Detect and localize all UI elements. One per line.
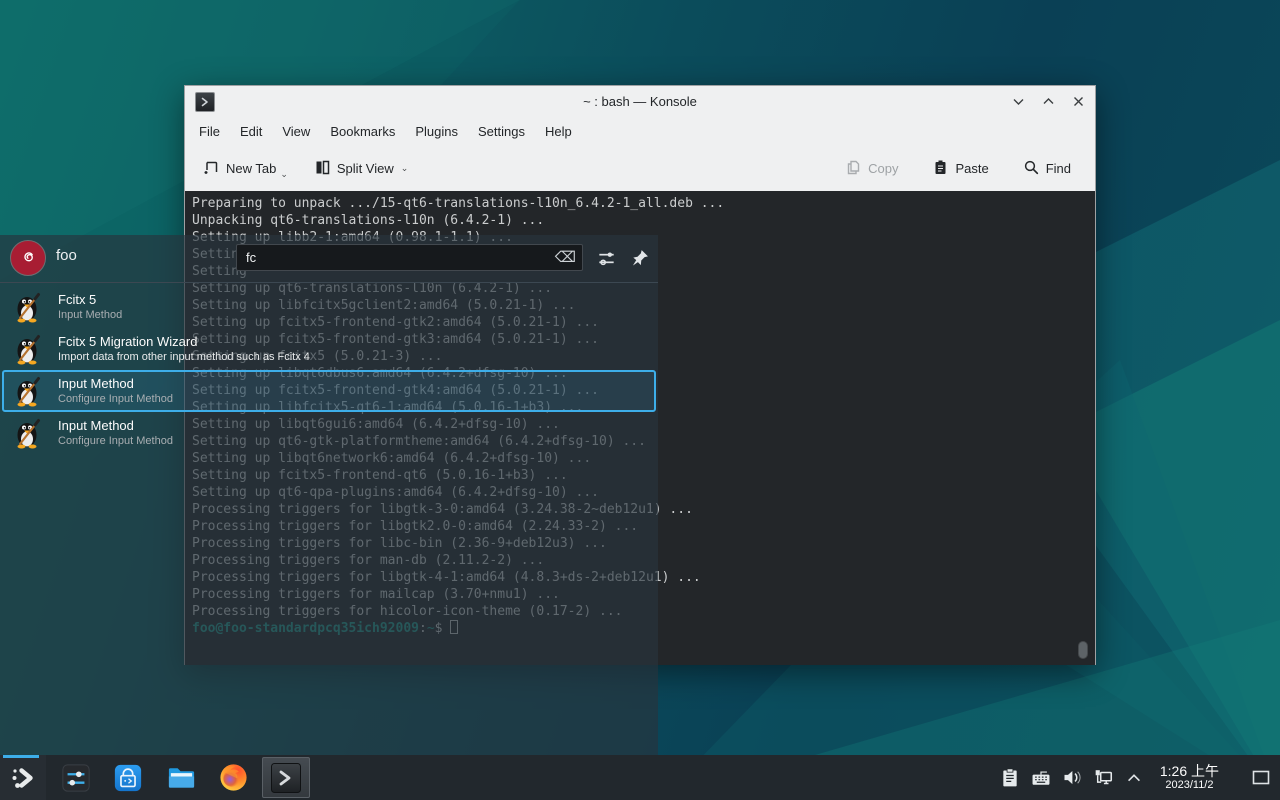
filter-button[interactable] bbox=[595, 247, 617, 269]
menu-help[interactable]: Help bbox=[535, 120, 582, 143]
menu-plugins[interactable]: Plugins bbox=[405, 120, 468, 143]
result-subtitle: Configure Input Method bbox=[58, 392, 173, 406]
result-subtitle: Import data from other input method such… bbox=[58, 350, 310, 364]
launcher-active-indicator bbox=[3, 755, 39, 758]
close-button[interactable] bbox=[1071, 95, 1085, 109]
result-fcitx5-migration-wizard[interactable]: Fcitx 5 Migration Wizard Import data fro… bbox=[2, 328, 656, 370]
menu-bookmarks[interactable]: Bookmarks bbox=[320, 120, 405, 143]
filter-sliders-icon bbox=[596, 248, 617, 269]
show-desktop-icon bbox=[1252, 770, 1270, 786]
split-view-caret-icon: ⌄ bbox=[401, 163, 409, 174]
konsole-icon bbox=[270, 762, 302, 794]
split-view-button[interactable]: Split View ⌄ bbox=[308, 153, 414, 185]
result-title: Fcitx 5 Migration Wizard bbox=[58, 334, 310, 350]
result-title: Input Method bbox=[58, 418, 173, 434]
kde-launcher-icon bbox=[10, 765, 36, 791]
user-name: foo bbox=[56, 247, 77, 264]
fcitx-penguin-icon bbox=[12, 291, 44, 323]
konsole-task-button[interactable] bbox=[262, 757, 310, 798]
folder-icon bbox=[166, 762, 197, 793]
terminal-scrollbar[interactable] bbox=[1078, 641, 1088, 659]
maximize-button[interactable] bbox=[1041, 95, 1055, 109]
volume-tray-button[interactable] bbox=[1061, 767, 1083, 789]
firefox-button[interactable] bbox=[210, 755, 256, 800]
krunner-header: foo fc ⌫ bbox=[0, 235, 658, 282]
debian-swirl-icon bbox=[17, 247, 39, 269]
keyboard-tray-button[interactable] bbox=[1030, 767, 1052, 789]
pin-icon bbox=[630, 248, 650, 268]
speaker-icon bbox=[1061, 767, 1082, 788]
menu-settings[interactable]: Settings bbox=[468, 120, 535, 143]
new-tab-caret-icon: ⌄ bbox=[280, 169, 288, 180]
wired-network-icon bbox=[1092, 767, 1114, 789]
clipboard-tray-button[interactable] bbox=[999, 767, 1021, 789]
network-tray-button[interactable] bbox=[1092, 767, 1114, 789]
copy-icon bbox=[845, 159, 862, 179]
menu-file[interactable]: File bbox=[189, 120, 230, 143]
clock-date: 2023/11/2 bbox=[1160, 779, 1219, 791]
chevron-up-icon bbox=[1125, 769, 1143, 787]
clipboard-icon bbox=[1000, 767, 1020, 789]
result-title: Input Method bbox=[58, 376, 173, 392]
clock-time: 1:26 上午 bbox=[1160, 764, 1219, 779]
copy-button[interactable]: Copy bbox=[839, 153, 904, 185]
taskbar: 1:26 上午 2023/11/2 bbox=[0, 755, 1280, 800]
keyboard-icon bbox=[1030, 767, 1052, 789]
application-launcher-button[interactable] bbox=[0, 755, 46, 800]
search-query: fc bbox=[246, 250, 555, 265]
pin-button[interactable] bbox=[629, 247, 651, 269]
clear-search-icon[interactable]: ⌫ bbox=[555, 250, 576, 265]
new-tab-button[interactable]: New Tab ⌄ bbox=[197, 153, 294, 185]
system-settings-button[interactable] bbox=[53, 755, 99, 800]
result-input-method-selected[interactable]: Input Method Configure Input Method bbox=[2, 370, 656, 412]
krunner-panel: foo fc ⌫ bbox=[0, 235, 658, 755]
user-avatar bbox=[10, 240, 46, 276]
result-subtitle: Configure Input Method bbox=[58, 434, 173, 448]
show-desktop-button[interactable] bbox=[1248, 755, 1274, 800]
minimize-button[interactable] bbox=[1011, 95, 1025, 109]
window-titlebar[interactable]: ~ : bash — Konsole bbox=[185, 86, 1095, 117]
fcitx-penguin-icon bbox=[12, 417, 44, 449]
digital-clock[interactable]: 1:26 上午 2023/11/2 bbox=[1160, 764, 1219, 791]
result-input-method[interactable]: Input Method Configure Input Method bbox=[2, 412, 656, 454]
search-icon bbox=[1023, 159, 1040, 179]
search-input[interactable]: fc ⌫ bbox=[236, 244, 583, 271]
result-subtitle: Input Method bbox=[58, 308, 122, 322]
fcitx-penguin-icon bbox=[12, 375, 44, 407]
firefox-icon bbox=[218, 762, 249, 793]
dolphin-file-manager-button[interactable] bbox=[158, 755, 204, 800]
result-fcitx5[interactable]: Fcitx 5 Input Method bbox=[2, 286, 656, 328]
paste-button[interactable]: Paste bbox=[926, 153, 994, 185]
paste-icon bbox=[932, 159, 949, 179]
menu-view[interactable]: View bbox=[272, 120, 320, 143]
result-title: Fcitx 5 bbox=[58, 292, 122, 308]
system-settings-icon bbox=[61, 763, 91, 793]
window-title: ~ : bash — Konsole bbox=[185, 94, 1095, 109]
discover-icon bbox=[113, 763, 143, 793]
expand-tray-button[interactable] bbox=[1123, 767, 1145, 789]
menu-bar: File Edit View Bookmarks Plugins Setting… bbox=[185, 117, 1095, 146]
menu-edit[interactable]: Edit bbox=[230, 120, 272, 143]
fcitx-penguin-icon bbox=[12, 333, 44, 365]
divider bbox=[0, 282, 658, 283]
search-results: Fcitx 5 Input Method Fcitx 5 Migration W… bbox=[2, 286, 656, 454]
toolbar: New Tab ⌄ Split View ⌄ Copy Paste bbox=[185, 146, 1095, 191]
split-view-icon bbox=[314, 159, 331, 179]
find-button[interactable]: Find bbox=[1017, 153, 1077, 185]
new-tab-icon bbox=[203, 159, 220, 179]
system-tray: 1:26 上午 2023/11/2 bbox=[999, 755, 1280, 800]
discover-button[interactable] bbox=[105, 755, 151, 800]
